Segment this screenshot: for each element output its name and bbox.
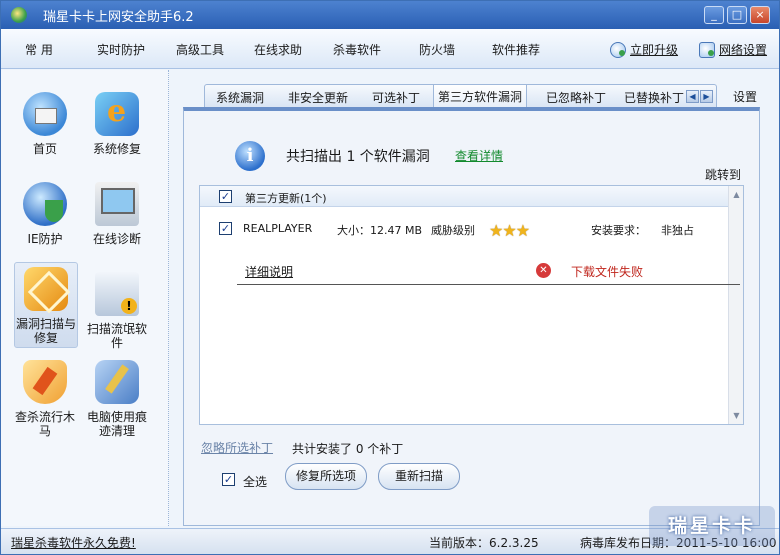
view-details-link[interactable]: 查看详情 xyxy=(455,147,503,164)
maximize-button[interactable]: □ xyxy=(727,6,747,24)
item-checkbox[interactable]: ✓ xyxy=(219,222,232,235)
group-checkbox[interactable]: ✓ xyxy=(219,190,232,203)
tab-third-party-vulnerability[interactable]: 第三方软件漏洞 xyxy=(433,85,528,108)
install-count: 共计安装了 0 个补丁 xyxy=(292,442,404,456)
threat-stars: ★★★ xyxy=(489,221,530,240)
item-divider xyxy=(237,284,740,285)
app-logo-icon xyxy=(11,7,27,23)
menu-item-common[interactable]: 常 用 xyxy=(25,41,53,58)
close-button[interactable]: × xyxy=(750,6,770,24)
sidebar-item-rogue-software[interactable]: 扫描流氓软件 xyxy=(83,268,151,350)
sidebar-item-ie-protection[interactable]: IE防护 xyxy=(13,178,77,246)
rescan-button[interactable]: 重新扫描 xyxy=(378,463,460,490)
vulnerability-list: ✓ 第三方更新(1个) ▲ ▼ xyxy=(199,185,744,425)
item-install-value: 非独占 xyxy=(661,224,694,237)
sidebar-item-label: 在线诊断 xyxy=(92,232,141,246)
tab-ignored-patches[interactable]: 已忽略补丁 xyxy=(546,89,606,106)
scroll-up-icon[interactable]: ▲ xyxy=(730,188,743,201)
title-bar: 瑞星卡卡上网安全助手6.2 _ □ × xyxy=(1,1,779,29)
sidebar-item-online-diagnosis[interactable]: 在线诊断 xyxy=(85,178,149,246)
sidebar-item-trojan-scan[interactable]: 查杀流行木马 xyxy=(13,356,77,438)
sidebar-item-system-repair[interactable]: 系统修复 xyxy=(85,88,149,156)
trace-cleanup-icon xyxy=(95,360,139,404)
sidebar-item-label: IE防护 xyxy=(27,232,63,246)
item-size: 大小：12.47 MB xyxy=(337,224,423,237)
menu-item-online-help[interactable]: 在线求助 xyxy=(254,41,302,58)
online-diagnosis-icon xyxy=(95,182,139,226)
error-icon: ✕ xyxy=(536,263,551,278)
item-install-label: 安装要求： xyxy=(591,224,646,237)
select-all-checkbox[interactable]: ✓ xyxy=(222,473,235,486)
sidebar-item-trace-cleanup[interactable]: 电脑使用痕迹清理 xyxy=(83,356,151,438)
star-icon: ★ xyxy=(502,221,516,240)
menu-item-firewall[interactable]: 防火墙 xyxy=(419,41,455,58)
tab-strip: 系统漏洞 非安全更新 可选补丁 第三方软件漏洞 已忽略补丁 已替换补丁 ◀ ▶ xyxy=(204,84,717,108)
menu-item-antivirus[interactable]: 杀毒软件 xyxy=(333,41,381,58)
upgrade-icon xyxy=(610,41,626,58)
sidebar-item-label: 电脑使用痕迹清理 xyxy=(86,410,147,438)
menu-item-advanced-tools[interactable]: 高级工具 xyxy=(176,41,224,58)
item-status: 下载文件失败 xyxy=(571,265,644,279)
ie-shield-icon xyxy=(23,182,67,226)
menu-item-realtime-protection[interactable]: 实时防护 xyxy=(97,41,145,58)
tab-scroll-right-icon[interactable]: ▶ xyxy=(700,90,713,103)
list-group-header: ✓ 第三方更新(1个) xyxy=(200,186,729,207)
window-title: 瑞星卡卡上网安全助手6.2 xyxy=(43,9,194,25)
star-icon: ★ xyxy=(515,221,530,240)
group-label: 第三方更新(1个) xyxy=(245,192,327,205)
item-threat-label: 威胁级别 xyxy=(431,224,475,237)
tab-system-vulnerability[interactable]: 系统漏洞 xyxy=(216,89,264,106)
minimize-button[interactable]: _ xyxy=(704,6,724,24)
fix-selected-button[interactable]: 修复所选项 xyxy=(285,463,367,490)
settings-link[interactable]: 设置 xyxy=(733,88,757,105)
jump-to-label[interactable]: 跳转到 xyxy=(705,166,741,183)
menu-item-software-recommend[interactable]: 软件推荐 xyxy=(492,41,540,58)
sidebar-item-label: 首页 xyxy=(32,142,57,156)
network-settings-icon xyxy=(699,41,715,58)
star-icon: ★ xyxy=(489,221,503,240)
home-icon xyxy=(23,92,67,136)
rogue-software-scan-icon xyxy=(95,272,139,316)
network-settings-link[interactable]: 网络设置 xyxy=(699,41,767,58)
sidebar-item-label: 漏洞扫描与修复 xyxy=(15,317,76,345)
tab-scroll-left-icon[interactable]: ◀ xyxy=(686,90,699,103)
app-window: 瑞星卡卡上网安全助手6.2 _ □ × 常 用 实时防护 高级工具 在线求助 杀… xyxy=(0,0,780,555)
system-repair-icon xyxy=(95,92,139,136)
sidebar-item-label: 系统修复 xyxy=(92,142,141,156)
menu-bar: 常 用 实时防护 高级工具 在线求助 杀毒软件 防火墙 软件推荐 立即升级 网络… xyxy=(1,29,779,69)
sidebar-item-vulnerability-scan[interactable]: 漏洞扫描与修复 xyxy=(14,262,78,348)
list-scrollbar[interactable]: ▲ ▼ xyxy=(728,186,743,424)
sidebar-item-label: 查杀流行木马 xyxy=(14,410,75,438)
tab-optional-patches[interactable]: 可选补丁 xyxy=(372,89,420,106)
sidebar-item-label: 扫描流氓软件 xyxy=(86,322,147,350)
scroll-down-icon[interactable]: ▼ xyxy=(730,409,743,422)
tab-replaced-patches[interactable]: 已替换补丁 xyxy=(624,89,684,106)
select-all-label: 全选 xyxy=(243,475,268,489)
sidebar: 首页 系统修复 IE防护 在线诊断 漏洞扫描与修复 扫描流氓软件 查杀流行木马 xyxy=(1,70,169,526)
network-settings-label: 网络设置 xyxy=(719,43,768,57)
info-icon: i xyxy=(235,141,265,171)
watermark: 瑞星卡卡 xyxy=(649,506,775,546)
ignore-selected-link[interactable]: 忽略所选补丁 xyxy=(201,439,273,456)
scan-summary: 共扫描出 1 个软件漏洞 xyxy=(286,149,430,165)
trojan-scan-icon xyxy=(23,360,67,404)
upgrade-link[interactable]: 立即升级 xyxy=(610,41,678,58)
item-detail-link[interactable]: 详细说明 xyxy=(245,263,293,280)
sidebar-item-home[interactable]: 首页 xyxy=(13,88,77,156)
free-antivirus-link[interactable]: 瑞星杀毒软件永久免费! xyxy=(11,534,136,551)
tab-non-security-updates[interactable]: 非安全更新 xyxy=(288,89,348,106)
vulnerability-scan-icon xyxy=(24,267,68,311)
upgrade-label: 立即升级 xyxy=(630,43,679,57)
item-name: REALPLAYER xyxy=(243,222,313,235)
current-version: 当前版本：6.2.3.25 xyxy=(429,536,539,550)
